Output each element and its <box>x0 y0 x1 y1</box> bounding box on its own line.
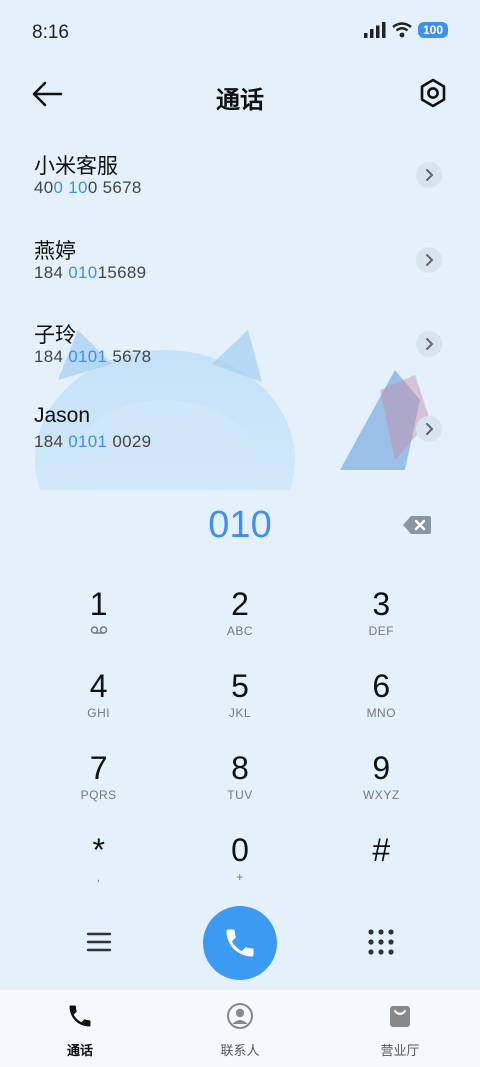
key-hash[interactable]: # <box>311 826 452 908</box>
result-name: 燕婷 <box>34 239 76 263</box>
key-0[interactable]: 0 + <box>169 826 310 908</box>
keypad: 1 2 ABC 3 DEF 4 GHI 5 JKL 6 MNO 7 PQRS 8… <box>28 580 452 908</box>
dialpad-toggle-button[interactable] <box>366 927 396 957</box>
page-title: 通话 <box>216 87 264 114</box>
menu-icon <box>86 932 112 952</box>
voicemail-icon <box>28 624 169 640</box>
result-number: 184 0101 5678 <box>34 347 152 366</box>
settings-button[interactable] <box>416 76 450 110</box>
result-number: 184 01015689 <box>34 262 147 282</box>
result-name: 子玲 <box>34 324 76 347</box>
nav-item-calls[interactable]: 通话 <box>0 990 160 1067</box>
status-bar: 8:16 100 <box>0 0 480 64</box>
nav-item-contacts[interactable]: 联系人 <box>160 990 320 1067</box>
nav-label: 联系人 <box>220 1043 260 1058</box>
key-5[interactable]: 5 JKL <box>169 662 310 744</box>
dialer-actions <box>0 905 480 981</box>
key-1[interactable]: 1 <box>28 580 169 662</box>
key-8[interactable]: 8 TUV <box>169 744 310 826</box>
battery-indicator: 100 <box>417 22 448 38</box>
phone-icon <box>69 1005 91 1027</box>
key-7[interactable]: 7 PQRS <box>28 744 169 826</box>
call-button[interactable] <box>203 906 277 980</box>
nav-label: 通话 <box>66 1043 93 1058</box>
result-name: 小米客服 <box>34 155 118 178</box>
chevron-right-icon[interactable] <box>416 331 442 357</box>
key-6[interactable]: 6 MNO <box>311 662 452 744</box>
chevron-right-icon[interactable] <box>416 246 442 273</box>
result-item-1[interactable]: 燕婷 184 01015689 <box>0 223 480 308</box>
result-item-0[interactable]: 小米客服 400 100 5678 <box>0 138 480 223</box>
menu-button[interactable] <box>84 927 114 957</box>
contact-icon <box>227 1003 253 1029</box>
bottom-nav: 通话 联系人 营业厅 <box>0 990 480 1067</box>
result-number: 184 0101 0029 <box>34 431 152 451</box>
key-3[interactable]: 3 DEF <box>311 580 452 662</box>
key-star[interactable]: * , <box>28 826 169 908</box>
chevron-right-icon[interactable] <box>416 162 442 188</box>
search-results: 小米客服 400 100 5678 燕婷 184 01015689 子玲 184… <box>0 138 480 476</box>
status-time: 8:16 <box>32 22 69 43</box>
result-name: Jason <box>34 403 91 427</box>
result-item-3[interactable]: Jason 184 0101 0029 <box>0 392 480 477</box>
key-9[interactable]: 9 WXYZ <box>311 744 452 826</box>
nav-item-store[interactable]: 营业厅 <box>320 990 480 1067</box>
header: 通话 <box>0 64 480 124</box>
result-number: 400 100 5678 <box>34 178 142 197</box>
gear-icon <box>420 78 446 108</box>
dialpad-icon <box>368 929 394 955</box>
backspace-icon <box>403 516 431 534</box>
wifi-icon <box>392 22 412 38</box>
key-2[interactable]: 2 ABC <box>169 580 310 662</box>
status-icons: 100 <box>363 22 448 38</box>
chevron-right-icon[interactable] <box>416 415 442 442</box>
result-item-2[interactable]: 子玲 184 0101 5678 <box>0 307 480 392</box>
phone-icon <box>226 929 254 957</box>
bag-icon <box>390 1006 410 1027</box>
signal-icon <box>363 22 386 38</box>
backspace-button[interactable] <box>402 514 432 536</box>
key-4[interactable]: 4 GHI <box>28 662 169 744</box>
nav-label: 营业厅 <box>380 1043 420 1058</box>
